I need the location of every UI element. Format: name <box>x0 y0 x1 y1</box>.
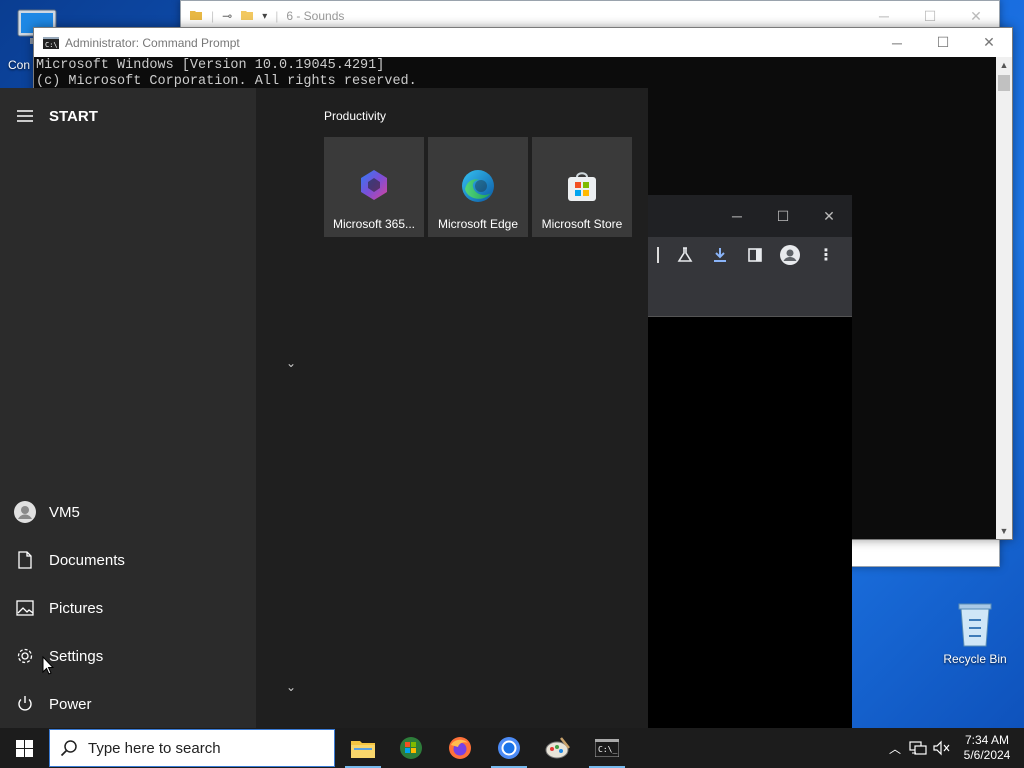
minimize-button[interactable]: ─ <box>874 28 920 57</box>
scroll-down-chevron-icon[interactable]: ⌄ <box>286 680 296 694</box>
new-folder-icon[interactable] <box>240 8 254 25</box>
tile-microsoft-edge[interactable]: Microsoft Edge <box>428 137 528 237</box>
scroll-thumb[interactable] <box>998 75 1010 91</box>
separator <box>657 247 659 263</box>
firefox-icon <box>449 737 471 759</box>
console-line: Microsoft Windows [Version 10.0.19045.42… <box>36 58 385 73</box>
folder-icon <box>189 8 203 25</box>
clock-time: 7:34 AM <box>964 733 1010 747</box>
cmd-icon: C:\_ <box>595 739 619 757</box>
taskbar-app-chrome[interactable] <box>485 728 533 768</box>
chrome-toolbar: ⋮ <box>640 237 852 273</box>
chevron-down-icon[interactable]: ▾ <box>262 11 267 22</box>
maximize-button[interactable]: ☐ <box>920 28 966 57</box>
nav-item-label: Power <box>49 695 92 713</box>
hamburger-icon <box>0 110 49 122</box>
cmd-icon: C:\ <box>43 36 59 49</box>
pictures-icon <box>0 600 49 616</box>
tile-label: Microsoft Edge <box>437 217 519 231</box>
taskbar-app-firefox[interactable] <box>436 728 484 768</box>
separator: | <box>275 9 279 23</box>
taskbar: Type here to search C:\_ ︿ 7:34 AM 5/6/2… <box>0 728 1024 768</box>
edge-icon <box>461 169 495 205</box>
side-panel-icon[interactable] <box>747 247 763 263</box>
clock[interactable]: 7:34 AM 5/6/2024 <box>956 728 1018 768</box>
separator: | <box>211 9 215 23</box>
svg-text:C:\: C:\ <box>45 41 58 49</box>
tile-microsoft-store[interactable]: Microsoft Store <box>532 137 632 237</box>
explorer-title: 6 - Sounds <box>286 9 345 23</box>
cmd-scrollbar[interactable]: ▲ ▼ <box>996 57 1012 539</box>
taskbar-search-box[interactable]: Type here to search <box>49 729 335 767</box>
nav-item-pictures[interactable]: Pictures <box>0 584 256 632</box>
document-icon <box>0 551 49 569</box>
svg-text:C:\_: C:\_ <box>598 745 617 754</box>
search-placeholder: Type here to search <box>88 739 221 757</box>
tile-microsoft-365[interactable]: Microsoft 365... <box>324 137 424 237</box>
start-menu-tiles: Productivity Microsoft 365... Microsoft <box>256 88 648 728</box>
download-icon[interactable] <box>711 246 729 264</box>
bookmarks-bar <box>640 273 852 317</box>
start-button[interactable] <box>0 728 48 768</box>
taskbar-app-cmd[interactable]: C:\_ <box>583 728 631 768</box>
mouse-cursor-icon <box>42 656 54 675</box>
nav-item-documents[interactable]: Documents <box>0 536 256 584</box>
scroll-down-arrow-icon[interactable]: ▼ <box>996 523 1012 539</box>
tile-label: Microsoft 365... <box>332 217 416 231</box>
start-header: START <box>49 107 98 125</box>
network-status-button[interactable] <box>906 728 930 768</box>
taskbar-app-paint[interactable] <box>534 728 582 768</box>
clock-date: 5/6/2024 <box>963 748 1011 762</box>
user-icon <box>0 501 49 523</box>
tile-group-title: Productivity <box>324 109 387 123</box>
windows-logo-icon <box>15 739 33 757</box>
close-button[interactable]: ✕ <box>806 202 852 231</box>
show-hidden-icons-button[interactable]: ︿ <box>884 728 906 768</box>
volume-button[interactable] <box>930 728 954 768</box>
chevron-up-icon: ︿ <box>888 741 901 756</box>
microsoft-365-icon <box>359 169 389 205</box>
recycle-bin-icon <box>958 603 992 647</box>
volume-muted-icon <box>933 740 950 756</box>
close-button[interactable]: ✕ <box>966 28 1012 57</box>
labs-flask-icon[interactable] <box>677 247 693 263</box>
scroll-up-arrow-icon[interactable]: ▲ <box>996 57 1012 73</box>
chrome-title-bar[interactable]: ─ ☐ ✕ <box>640 195 852 237</box>
cmd-title-bar[interactable]: C:\ Administrator: Command Prompt ─ ☐ ✕ <box>34 28 1012 57</box>
nav-item-settings[interactable]: Settings <box>0 632 256 680</box>
maximize-button[interactable]: ☐ <box>760 202 806 231</box>
taskbar-app-windows-ball[interactable] <box>387 728 435 768</box>
start-menu-expand-button[interactable]: START <box>0 92 256 140</box>
chrome-icon <box>498 737 520 759</box>
chrome-window[interactable]: ─ ☐ ✕ ⋮ <box>640 195 852 740</box>
start-menu-nav: START VM5 Documents Pictures Settings Po… <box>0 88 256 728</box>
file-explorer-icon <box>351 741 375 758</box>
nav-item-power[interactable]: Power <box>0 680 256 728</box>
more-options-icon[interactable]: ⋮ <box>818 245 834 265</box>
power-icon <box>0 695 49 713</box>
profile-avatar-icon[interactable] <box>780 245 800 265</box>
network-icon <box>909 741 927 755</box>
nav-item-label: Documents <box>49 551 125 569</box>
tile-label: Microsoft Store <box>541 217 623 231</box>
cmd-title: Administrator: Command Prompt <box>65 35 240 50</box>
paint-icon <box>545 737 570 759</box>
windows7-ball-icon <box>400 737 422 759</box>
search-icon <box>60 739 78 757</box>
nav-item-label: Settings <box>49 647 104 665</box>
nav-item-label: VM5 <box>49 503 80 521</box>
nav-item-label: Pictures <box>49 599 104 617</box>
minimize-button[interactable]: ─ <box>714 202 760 231</box>
store-icon <box>566 169 598 205</box>
nav-item-user[interactable]: VM5 <box>0 488 256 536</box>
pin-icon[interactable]: ⊸ <box>222 9 232 23</box>
desktop-icon-label: Recycle Bin <box>943 652 1007 666</box>
taskbar-app-file-explorer[interactable] <box>339 728 387 768</box>
scroll-down-chevron-icon[interactable]: ⌄ <box>286 356 296 370</box>
desktop-icon-recycle-bin[interactable]: Recycle Bin <box>935 600 1015 666</box>
